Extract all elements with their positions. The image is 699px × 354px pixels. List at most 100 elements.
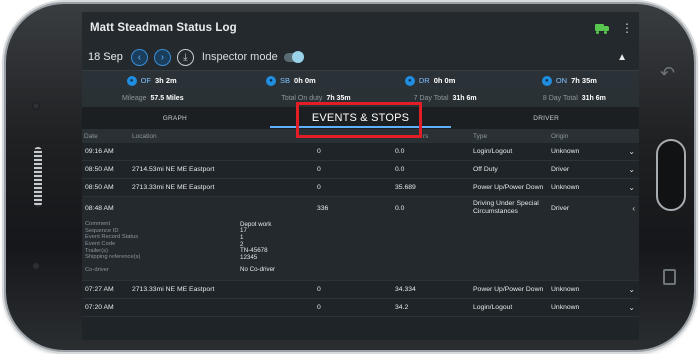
status-code: OF <box>140 76 151 85</box>
tab-driver[interactable]: DRIVER <box>453 107 639 129</box>
table-row[interactable]: 07:27 AM 2713.33mi NE ME Eastport 0 34.3… <box>82 281 639 299</box>
detail-label: Event Record Status <box>85 234 139 241</box>
chevron-down-icon[interactable]: ⌄ <box>621 285 639 294</box>
event-engine-hours: 34.334 <box>395 285 416 293</box>
metric-label: Mileage <box>122 95 147 102</box>
event-origin: Unknown <box>551 148 580 155</box>
status-value: 7h 35m <box>571 76 597 85</box>
status-code: DR <box>418 76 430 85</box>
detail-label: Co-driver <box>85 266 109 273</box>
column-engine-hours[interactable]: rs <box>395 133 473 140</box>
detail-label: Event Code <box>85 241 116 248</box>
event-engine-hours: 34.2 <box>395 303 409 311</box>
event-type: Login/Logout <box>473 303 513 311</box>
event-time: 08:50 AM <box>85 166 114 173</box>
event-time: 07:27 AM <box>85 285 114 293</box>
metric-value: 57.5 Miles <box>150 95 184 102</box>
event-odometer: 0 <box>317 303 321 311</box>
metric-label: 8 Day Total <box>542 95 578 102</box>
duty-status-summary: ● OF 3h 2m ● SB 0h 0m ● DR 0h 0m ● ON 7h… <box>82 70 639 90</box>
column-origin[interactable]: Origin <box>551 133 621 140</box>
event-time: 09:16 AM <box>85 148 114 155</box>
column-location[interactable]: Location <box>132 133 317 140</box>
status-driving: ● DR 0h 0m <box>361 75 500 86</box>
detail-value: 12345 <box>240 253 258 261</box>
detail-value: No Co-driver <box>240 266 276 274</box>
status-code: ON <box>555 76 568 85</box>
table-row[interactable]: 08:50 AM 2714.53mi NE ME Eastport 0 0.0 … <box>82 161 639 179</box>
chevron-down-icon[interactable]: ⌄ <box>621 165 639 174</box>
event-engine-hours: 35.689 <box>395 184 416 191</box>
chevron-down-icon[interactable]: ⌄ <box>621 303 639 312</box>
metric-label: Total On duty <box>281 95 323 102</box>
chevron-down-icon[interactable]: ⌄ <box>621 183 639 192</box>
column-type[interactable]: Type <box>473 133 551 140</box>
status-value: 0h 0m <box>433 76 456 85</box>
date-label: 18 Sep <box>88 51 123 63</box>
event-location: 2713.33mi NE ME Eastport <box>132 184 215 191</box>
event-time: 08:48 AM <box>85 204 114 212</box>
event-odometer: 0 <box>317 166 321 173</box>
totals-summary: Mileage 57.5 Miles Total On duty 7h 35m … <box>82 90 639 107</box>
recent-apps-icon[interactable] <box>663 269 676 285</box>
chevron-left-icon[interactable]: ‹ <box>621 204 639 213</box>
truck-icon[interactable] <box>595 23 609 34</box>
chevron-down-icon[interactable]: ⌄ <box>621 147 639 156</box>
metric-7-day-total: 7 Day Total 31h 6m <box>381 95 510 102</box>
home-button[interactable] <box>656 139 686 211</box>
sleeper-icon: ● <box>266 75 277 86</box>
detail-label: Sequence ID <box>85 227 119 234</box>
table-row[interactable]: 08:50 AM 2713.33mi NE ME Eastport 0 35.6… <box>82 179 639 197</box>
metric-value: 31h 6m <box>452 95 477 102</box>
status-value: 3h 2m <box>154 76 177 85</box>
event-origin: Unknown <box>551 285 580 293</box>
table-header: Date Location rs Type Origin <box>82 129 639 143</box>
event-odometer: 0 <box>317 285 321 293</box>
status-on-duty: ● ON 7h 35m <box>500 75 639 86</box>
tab-bar: GRAPH EVENTS & STOPS DRIVER <box>82 102 639 138</box>
metric-value: 31h 6m <box>581 95 606 102</box>
event-origin: Unknown <box>551 184 580 191</box>
event-type: Login/Logout <box>473 148 513 155</box>
metric-value: 7h 35m <box>326 95 351 102</box>
app-screen: Matt Steadman Status Log ⋮ 18 Sep ‹ › ⤓ … <box>82 12 639 340</box>
status-sleeper: ● SB 0h 0m <box>221 75 360 86</box>
event-type: Power Up/Power Down <box>473 184 544 191</box>
event-origin: Driver <box>551 166 570 173</box>
inspector-mode-label: Inspector mode <box>201 51 278 63</box>
event-type: Power Up/Power Down <box>473 285 544 293</box>
column-date[interactable]: Date <box>82 133 132 140</box>
metric-total-on-duty: Total On duty 7h 35m <box>251 95 380 102</box>
phone-sensor <box>32 102 40 110</box>
event-odometer: 0 <box>317 148 321 155</box>
next-day-button[interactable]: › <box>153 48 171 66</box>
more-options-icon[interactable]: ⋮ <box>621 22 633 34</box>
table-row[interactable]: 09:16 AM 0 0.0 Login/Logout Unknown ⌄ <box>82 143 639 161</box>
back-icon[interactable]: ↶ <box>660 65 676 83</box>
table-row[interactable]: 07:20 AM 0 34.2 Login/Logout Unknown ⌄ <box>82 299 639 317</box>
phone-speaker <box>34 147 42 207</box>
on-duty-icon: ● <box>541 75 552 86</box>
detail-label: Shipping reference(s) <box>85 254 141 261</box>
driving-icon: ● <box>404 75 415 86</box>
off-duty-icon: ● <box>126 75 137 86</box>
event-location: 2714.53mi NE ME Eastport <box>132 166 215 173</box>
download-icon[interactable]: ⤓ <box>176 48 194 66</box>
metric-mileage: Mileage 57.5 Miles <box>82 95 251 102</box>
event-type: Off Duty <box>473 166 498 173</box>
inspector-mode-toggle[interactable] <box>283 50 304 63</box>
status-value: 0h 0m <box>294 76 316 85</box>
table-row-expanded[interactable]: 08:48 AM 336 0.0 Driving Under Special C… <box>82 197 639 219</box>
previous-day-button[interactable]: ‹ <box>130 48 148 66</box>
metric-8-day-total: 8 Day Total 31h 6m <box>510 95 639 102</box>
tab-events-stops[interactable]: EVENTS & STOPS <box>268 107 454 129</box>
event-odometer: 0 <box>317 184 321 191</box>
detail-label: Comment <box>85 221 111 228</box>
phone-frame: ↶ Matt Steadman Status Log ⋮ 18 Sep ‹ › … <box>6 4 694 350</box>
tab-graph[interactable]: GRAPH <box>82 107 268 129</box>
status-off-duty: ● OF 3h 2m <box>82 75 221 86</box>
chevron-up-icon[interactable]: ▲ <box>617 52 627 63</box>
event-time: 08:50 AM <box>85 184 114 191</box>
event-engine-hours: 0.0 <box>395 166 405 173</box>
detail-label: Trailer(s) <box>85 247 108 254</box>
